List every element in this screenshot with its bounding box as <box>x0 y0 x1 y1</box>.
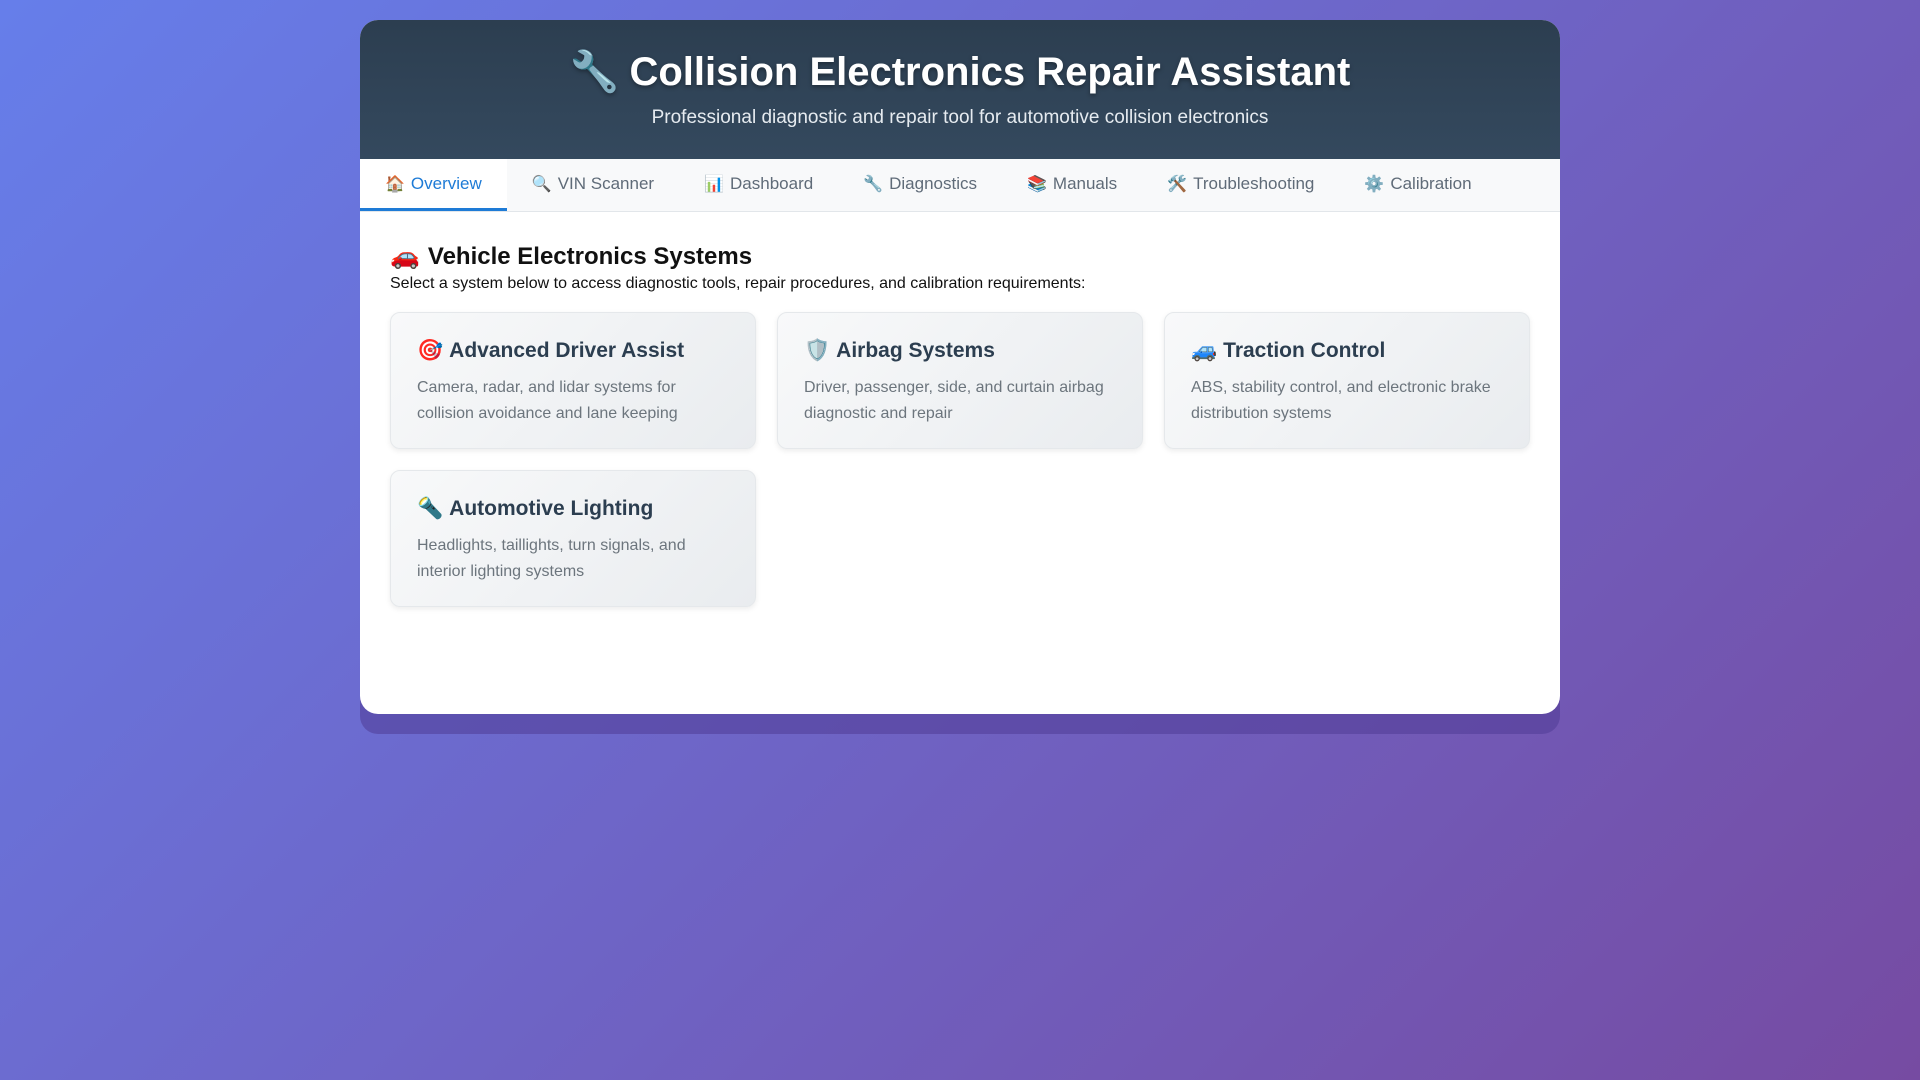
app-title-text: Collision Electronics Repair Assistant <box>629 50 1351 94</box>
app-header: 🔧 Collision Electronics Repair Assistant … <box>360 20 1560 159</box>
card-title-text: Traction Control <box>1223 339 1386 362</box>
card-title: 🚙 Traction Control <box>1191 337 1503 365</box>
system-card-traction-control[interactable]: 🚙 Traction Control ABS, stability control… <box>1164 312 1530 449</box>
section-description: Select a system below to access diagnost… <box>390 275 1086 292</box>
system-card-airbag-systems[interactable]: 🛡️ Airbag Systems Driver, passenger, side… <box>777 312 1143 449</box>
card-description: ABS, stability control, and electronic b… <box>1191 379 1491 422</box>
section-title: 🚗 Vehicle Electronics Systems <box>390 242 1530 272</box>
tab-troubleshooting[interactable]: 🛠️ Troubleshooting <box>1142 159 1339 211</box>
books-icon: 📚 <box>1026 175 1047 193</box>
system-card-automotive-lighting[interactable]: 🔦 Automotive Lighting Headlights, taillig… <box>390 470 756 607</box>
system-card-advanced-driver-assist[interactable]: 🎯 Advanced Driver Assist Camera, radar, a… <box>390 312 756 449</box>
overview-panel: 🚗 Vehicle Electronics Systems Select a sy… <box>360 212 1560 607</box>
wrench-icon: 🔧 <box>863 175 884 193</box>
tab-label: Troubleshooting <box>1193 173 1315 193</box>
app-container: 🔧 Collision Electronics Repair Assistant … <box>360 20 1560 734</box>
card-title-text: Advanced Driver Assist <box>449 339 685 362</box>
section-title-text: Vehicle Electronics Systems <box>427 243 753 270</box>
tab-label: Manuals <box>1052 173 1118 193</box>
wrench-icon: 🔧 <box>569 50 620 94</box>
card-description: Headlights, taillights, turn signals, an… <box>417 537 686 580</box>
tab-label: VIN Scanner <box>557 173 655 193</box>
magnifier-icon: 🔍 <box>531 175 552 193</box>
tab-diagnostics[interactable]: 🔧 Diagnostics <box>838 159 1002 211</box>
flashlight-icon: 🔦 <box>417 497 444 520</box>
tab-label: Overview <box>410 173 482 193</box>
card-title-text: Airbag Systems <box>836 339 995 362</box>
tab-vin-scanner[interactable]: 🔍 VIN Scanner <box>507 159 679 211</box>
card-title: 🎯 Advanced Driver Assist <box>417 337 729 365</box>
gear-icon: ⚙️ <box>1364 175 1385 193</box>
app-subtitle: Professional diagnostic and repair tool … <box>651 107 1269 128</box>
tab-overview[interactable]: 🏠 Overview <box>360 159 507 211</box>
card-description: Driver, passenger, side, and curtain air… <box>804 379 1104 422</box>
bar-chart-icon: 📊 <box>704 175 725 193</box>
home-icon: 🏠 <box>385 175 405 193</box>
tab-label: Diagnostics <box>889 173 977 193</box>
card-title-text: Automotive Lighting <box>449 497 654 520</box>
tools-icon: 🛠️ <box>1167 175 1188 193</box>
tab-bar: 🏠 Overview 🔍 VIN Scanner 📊 Dashboard 🔧 Diagn… <box>360 159 1560 212</box>
card-description: Camera, radar, and lidar systems for col… <box>417 379 678 422</box>
card-title: 🛡️ Airbag Systems <box>804 337 1116 365</box>
suv-icon: 🚙 <box>1191 339 1218 362</box>
tab-label: Calibration <box>1390 173 1472 193</box>
tab-dashboard[interactable]: 📊 Dashboard <box>679 159 838 211</box>
card-title: 🔦 Automotive Lighting <box>417 495 729 523</box>
target-icon: 🎯 <box>417 339 444 362</box>
tab-manuals[interactable]: 📚 Manuals <box>1002 159 1142 211</box>
app-card: 🔧 Collision Electronics Repair Assistant … <box>360 20 1560 714</box>
app-title: 🔧 Collision Electronics Repair Assistant <box>360 48 1560 96</box>
tab-calibration[interactable]: ⚙️ Calibration <box>1339 159 1496 211</box>
shield-icon: 🛡️ <box>804 339 831 362</box>
car-icon: 🚗 <box>390 243 420 270</box>
tab-label: Dashboard <box>730 173 814 193</box>
systems-grid: 🎯 Advanced Driver Assist Camera, radar, a… <box>390 312 1530 607</box>
